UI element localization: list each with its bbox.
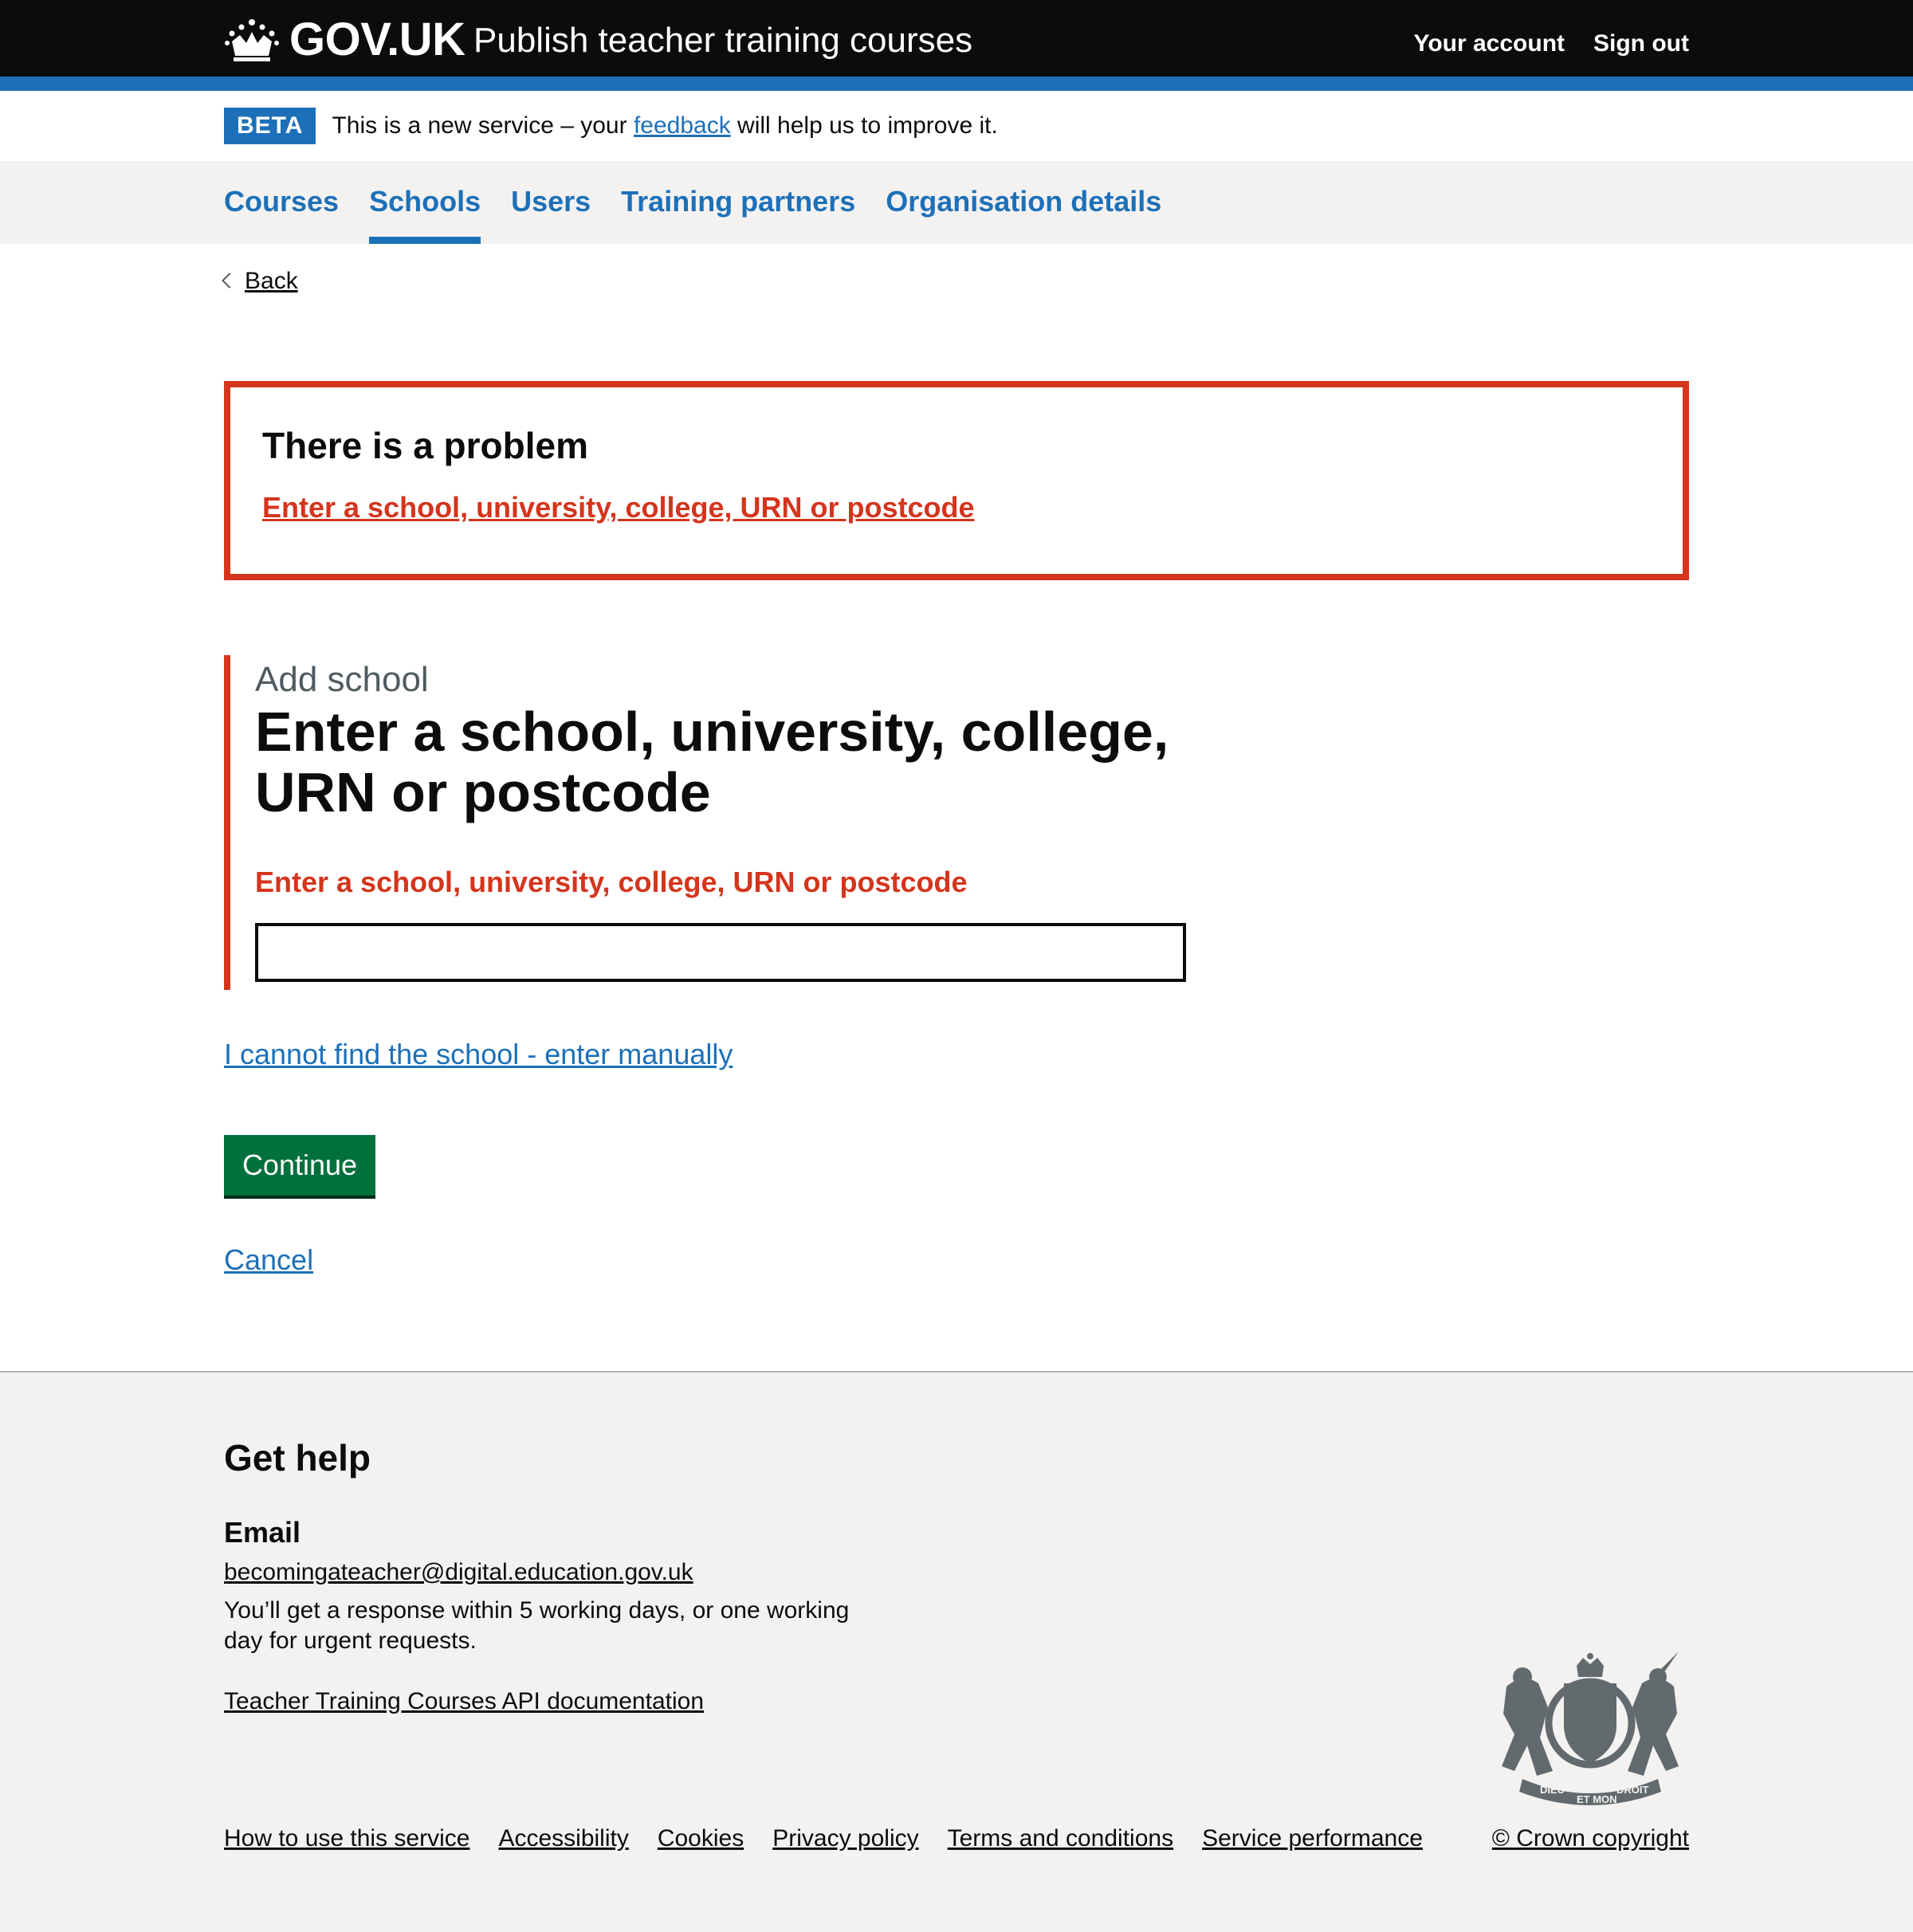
school-search-form-group: Add school Enter a school, university, c… bbox=[224, 655, 1260, 990]
error-summary: There is a problem Enter a school, unive… bbox=[224, 381, 1689, 580]
footer-links: How to use this service Accessibility Co… bbox=[224, 1825, 1423, 1852]
footer-link-privacy[interactable]: Privacy policy bbox=[772, 1825, 918, 1852]
school-search-input[interactable] bbox=[255, 923, 1186, 982]
back-link[interactable]: Back bbox=[245, 268, 298, 294]
banner-text-after: will help us to improve it. bbox=[737, 112, 998, 139]
get-help-heading: Get help bbox=[224, 1437, 371, 1478]
field-error-message: Enter a school, university, college, URN… bbox=[255, 866, 968, 898]
royal-crest-icon: DIEU ET MON DROIT bbox=[1502, 1651, 1679, 1805]
footer-link-cookies[interactable]: Cookies bbox=[658, 1825, 744, 1852]
page-caption: Add school bbox=[255, 660, 429, 699]
api-documentation-link[interactable]: Teacher Training Courses API documentati… bbox=[224, 1688, 704, 1715]
phase-banner: BETA This is a new service – your feedba… bbox=[0, 91, 1913, 161]
crest-motto-middle: ET MON bbox=[1577, 1793, 1617, 1805]
error-summary-link[interactable]: Enter a school, university, college, URN… bbox=[262, 491, 975, 524]
footer-link-how-to-use[interactable]: How to use this service bbox=[224, 1825, 469, 1852]
header-accent-bar bbox=[0, 77, 1913, 91]
your-account-link[interactable]: Your account bbox=[1414, 30, 1565, 57]
crown-copyright-link[interactable]: © Crown copyright bbox=[1492, 1825, 1689, 1852]
nav-schools[interactable]: Schools bbox=[369, 161, 481, 244]
footer-link-accessibility[interactable]: Accessibility bbox=[498, 1825, 628, 1852]
primary-navigation: Courses Schools Users Training partners … bbox=[0, 161, 1913, 244]
footer-link-terms[interactable]: Terms and conditions bbox=[948, 1825, 1173, 1852]
logo-text: GOV.UK bbox=[289, 14, 465, 65]
feedback-link[interactable]: feedback bbox=[634, 112, 731, 139]
crest-motto-left: DIEU bbox=[1540, 1784, 1565, 1796]
header-nav: Your account Sign out bbox=[1414, 30, 1689, 57]
email-heading: Email bbox=[224, 1516, 301, 1549]
cancel-link[interactable]: Cancel bbox=[224, 1243, 313, 1277]
response-time-note: You’ll get a response within 5 working d… bbox=[224, 1597, 850, 1654]
page-title: Enter a school, university, college, URN… bbox=[255, 701, 1169, 823]
error-summary-title: There is a problem bbox=[262, 425, 589, 466]
site-header: GOV.UK Publish teacher training courses … bbox=[0, 0, 1913, 77]
back-link-container: Back bbox=[222, 268, 298, 295]
nav-organisation-details[interactable]: Organisation details bbox=[886, 161, 1161, 244]
service-name-link[interactable]: Publish teacher training courses bbox=[473, 21, 972, 61]
beta-tag: BETA bbox=[224, 108, 316, 144]
banner-text-before: This is a new service – your bbox=[332, 112, 627, 139]
site-footer: Get help Email becomingateacher@digital.… bbox=[0, 1371, 1913, 1932]
phase-banner-text: This is a new service – your feedback wi… bbox=[332, 112, 997, 139]
enter-manually-link[interactable]: I cannot find the school - enter manuall… bbox=[224, 1038, 733, 1071]
nav-training-partners[interactable]: Training partners bbox=[621, 161, 855, 244]
support-email-link[interactable]: becomingateacher@digital.education.gov.u… bbox=[224, 1559, 693, 1586]
footer-link-performance[interactable]: Service performance bbox=[1202, 1825, 1423, 1852]
chevron-left-icon bbox=[222, 273, 238, 289]
crest-motto-right: DROIT bbox=[1616, 1784, 1649, 1796]
continue-button[interactable]: Continue bbox=[224, 1135, 375, 1196]
crown-icon bbox=[225, 18, 279, 61]
nav-courses[interactable]: Courses bbox=[224, 161, 339, 244]
govuk-logo-link[interactable]: GOV.UK bbox=[224, 13, 465, 66]
sign-out-link[interactable]: Sign out bbox=[1593, 30, 1689, 57]
nav-users[interactable]: Users bbox=[511, 161, 591, 244]
